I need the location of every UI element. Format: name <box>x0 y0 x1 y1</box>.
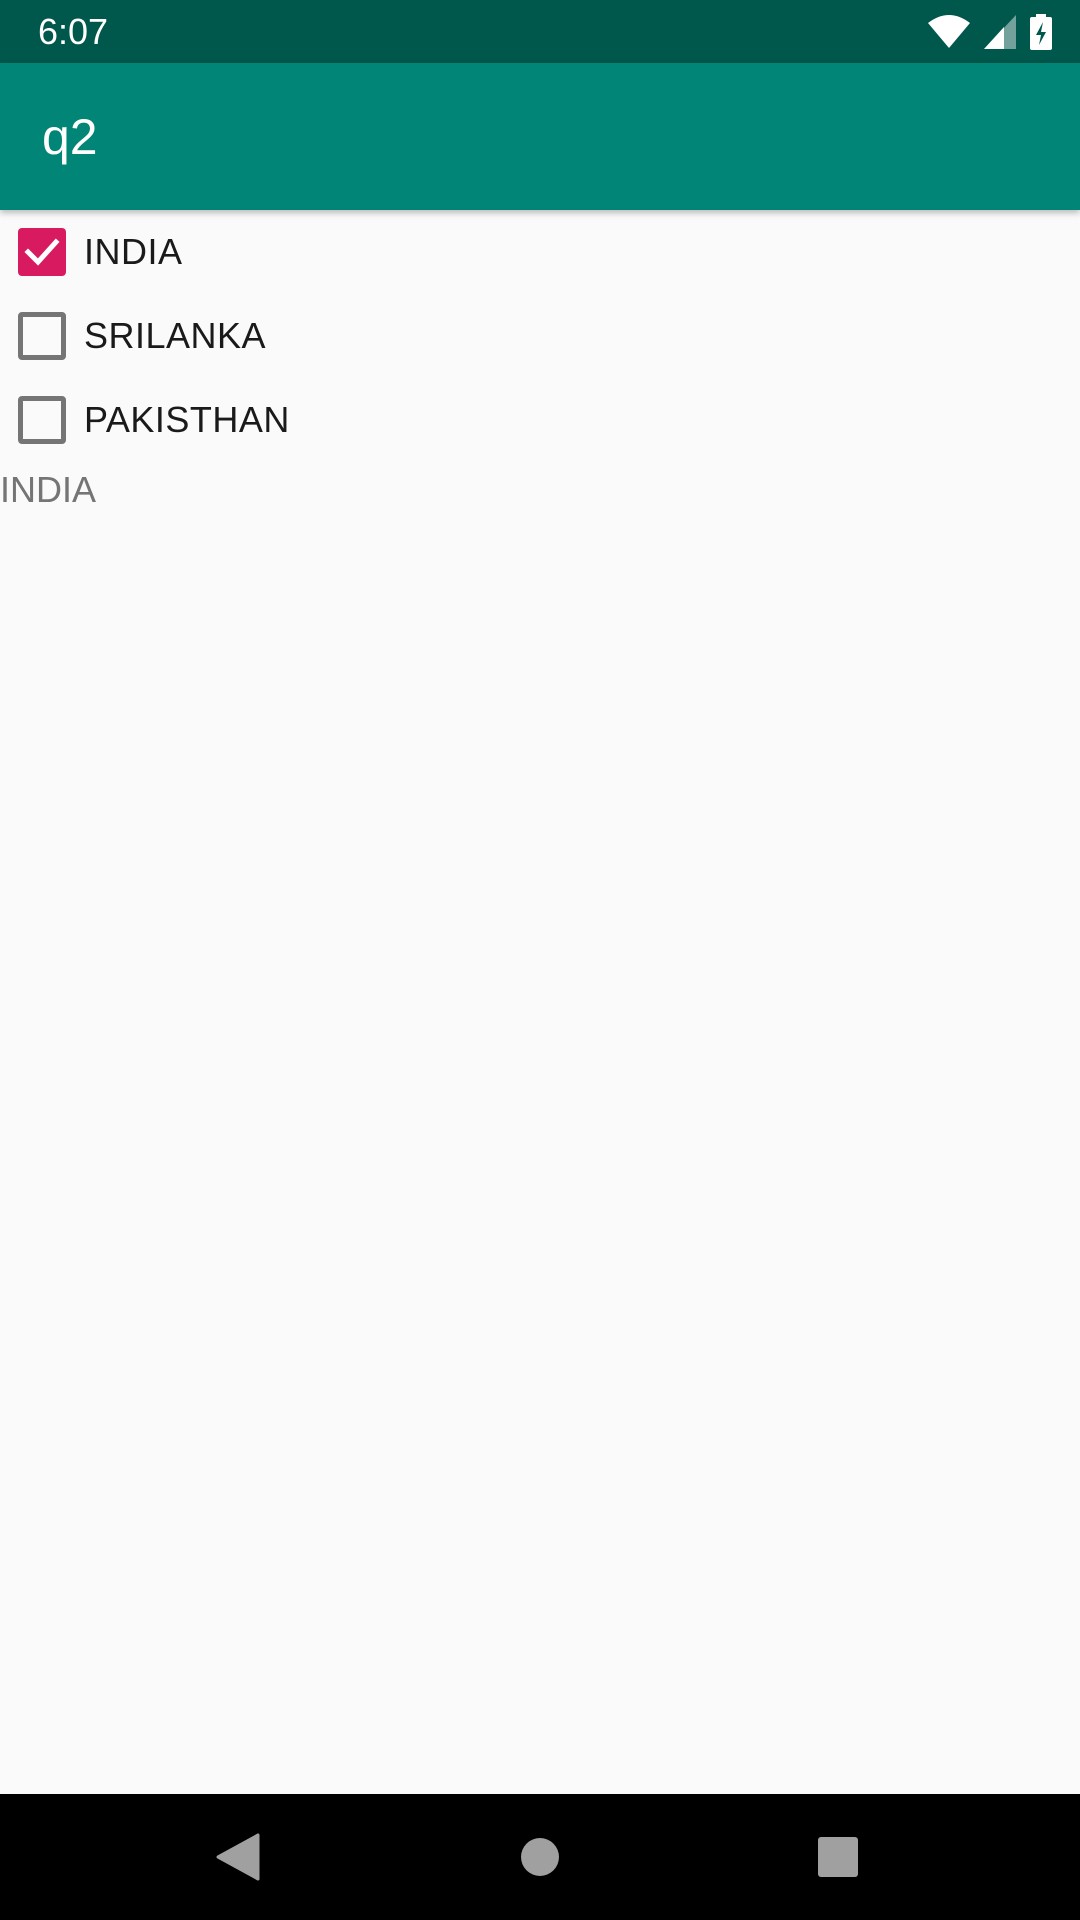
checkbox-unchecked-icon[interactable] <box>18 312 66 360</box>
checkbox-india[interactable]: INDIA <box>0 210 1080 294</box>
checkbox-unchecked-icon[interactable] <box>18 396 66 444</box>
content-area: INDIA SRILANKA PAKISTHAN INDIA <box>0 210 1080 510</box>
battery-charging-icon <box>1030 14 1052 50</box>
wifi-icon <box>928 15 970 49</box>
status-bar: 6:07 <box>0 0 1080 63</box>
home-icon <box>521 1838 559 1876</box>
back-button[interactable] <box>178 1794 298 1920</box>
checkbox-label: PAKISTHAN <box>84 399 290 440</box>
checkbox-label: SRILANKA <box>84 315 267 356</box>
screen: 6:07 q2 INDIA SRILANKA PAKISTHAN INDIA <box>0 0 1080 1920</box>
navigation-bar <box>0 1794 1080 1920</box>
home-button[interactable] <box>480 1794 600 1920</box>
back-icon <box>216 1833 260 1881</box>
recents-icon <box>818 1837 858 1877</box>
checkbox-pakisthan[interactable]: PAKISTHAN <box>0 378 1080 462</box>
checkbox-label: INDIA <box>84 231 183 272</box>
status-icons <box>928 12 1052 52</box>
cell-signal-icon <box>984 15 1016 49</box>
recents-button[interactable] <box>778 1794 898 1920</box>
checkbox-checked-icon[interactable] <box>18 228 66 276</box>
result-text: INDIA <box>0 469 97 510</box>
app-title: q2 <box>42 109 98 165</box>
app-bar: q2 <box>0 63 1080 210</box>
status-time: 6:07 <box>38 11 109 52</box>
checkbox-srilanka[interactable]: SRILANKA <box>0 294 1080 378</box>
